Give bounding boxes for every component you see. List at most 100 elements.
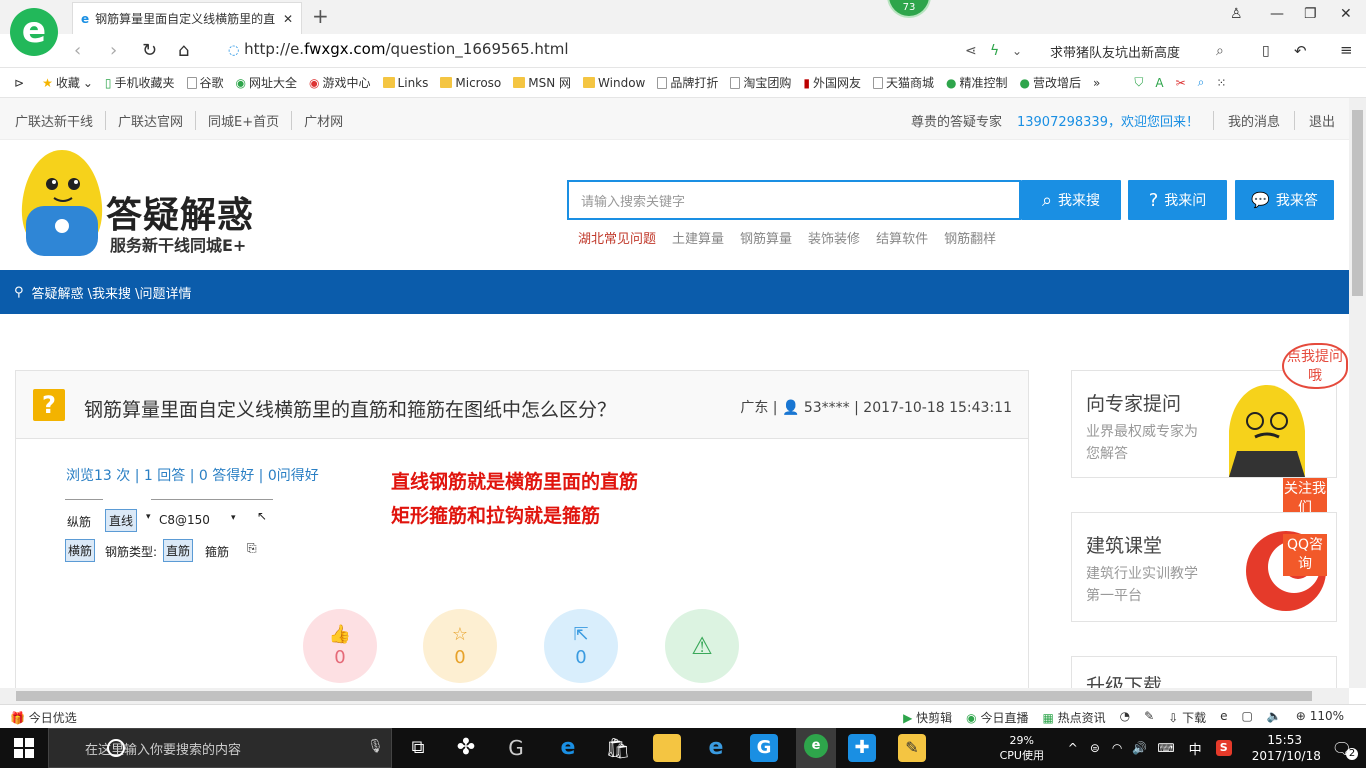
tray-up-icon[interactable]: ^	[1068, 741, 1078, 755]
zoom-level[interactable]: ⊕ 110%	[1296, 709, 1344, 726]
shield-icon[interactable]: ⛉	[1134, 75, 1143, 90]
bookmark-microsoft[interactable]: Microso	[440, 76, 501, 90]
sidebar-toggle-icon[interactable]: ⊳	[14, 76, 24, 90]
edge-icon[interactable]: e	[554, 734, 582, 762]
bookmark-discount[interactable]: 品牌打折	[657, 74, 718, 91]
bookmark-tmall[interactable]: 天猫商城	[873, 74, 934, 91]
glodon-icon[interactable]: G	[750, 734, 778, 762]
status-item-live[interactable]: ◉ 今日直播	[966, 709, 1028, 726]
app-plus-icon[interactable]: ✚	[848, 734, 876, 762]
window-icon[interactable]: ▢	[1242, 709, 1253, 726]
bookmark-control[interactable]: ● 精准控制	[946, 74, 1008, 91]
lightning-icon[interactable]: ϟ	[990, 43, 999, 59]
tools-icon[interactable]: ✎	[1144, 709, 1154, 726]
bookmark-sites[interactable]: ◉ 网址大全	[236, 74, 298, 91]
speed-icon[interactable]: ◔	[1120, 709, 1130, 726]
taskbar-search-input[interactable]: 在这里输入你要搜索的内容 🎙	[48, 728, 392, 768]
status-item-news[interactable]: ▦ 热点资讯	[1042, 709, 1105, 726]
answer-button[interactable]: 💬 我来答	[1235, 180, 1334, 220]
undo-icon[interactable]: ↶	[1294, 42, 1307, 60]
keyboard-icon[interactable]: ⌨	[1157, 741, 1174, 755]
qq-consult-button[interactable]: QQ咨询	[1283, 534, 1327, 576]
topbar-link[interactable]: 广联达官网	[105, 111, 195, 130]
like-button[interactable]: 👍 0	[303, 609, 377, 683]
network-icon[interactable]: ⊜	[1090, 741, 1100, 755]
browser-tab[interactable]: e 钢筋算量里面自定义线横筋里的直 ✕	[72, 2, 302, 34]
home-icon[interactable]: ⌂	[178, 40, 189, 61]
microphone-icon[interactable]: 🎙	[367, 739, 384, 754]
topbar-link[interactable]: 同城E+首页	[195, 111, 291, 130]
cpu-usage[interactable]: 29% CPU使用	[992, 733, 1052, 763]
status-item-video-edit[interactable]: ▶ 快剪辑	[903, 709, 952, 726]
bookmark-foreign[interactable]: ▮ 外国网友	[803, 74, 861, 91]
windows-start-icon[interactable]	[14, 738, 34, 758]
daily-picks[interactable]: 🎁 今日优选	[10, 709, 77, 726]
notes-app-icon[interactable]: ✎	[898, 734, 926, 762]
topbar-link[interactable]: 广材网	[291, 111, 355, 130]
report-button[interactable]: ⚠	[665, 609, 739, 683]
hot-link[interactable]: 湖北常见问题	[578, 228, 656, 247]
bookmark-favorites[interactable]: ★ 收藏 ⌄	[42, 74, 93, 91]
scissors-icon[interactable]: ✂	[1176, 76, 1186, 90]
back-icon[interactable]: ‹	[74, 40, 81, 61]
hot-link[interactable]: 结算软件	[876, 228, 928, 247]
ie-icon[interactable]: e	[702, 734, 730, 762]
hot-link[interactable]: 装饰装修	[808, 228, 860, 247]
search-icon[interactable]: ⌕	[1216, 43, 1224, 59]
fan-app-icon[interactable]: ✤	[452, 734, 480, 762]
download-card[interactable]: 升级下载	[1071, 656, 1337, 688]
hot-search-text[interactable]: 求带猪队友坑出新高度	[1050, 42, 1180, 61]
bookmark-tax[interactable]: ● 营改增后	[1020, 74, 1082, 91]
share-button[interactable]: ⇱ 0	[544, 609, 618, 683]
vertical-scroll-thumb[interactable]	[1352, 110, 1363, 296]
ime-indicator[interactable]: 中	[1189, 739, 1202, 758]
more-bookmarks-icon[interactable]: »	[1093, 76, 1100, 90]
action-center-icon[interactable]: 🗨 2	[1332, 739, 1358, 760]
store-icon[interactable]: 🛍	[604, 734, 632, 762]
volume-icon[interactable]: 🔈	[1267, 709, 1282, 726]
sogou-ime-icon[interactable]: S	[1215, 740, 1232, 756]
bookmark-windows[interactable]: Window	[583, 76, 645, 90]
refresh-icon[interactable]: ↻	[142, 40, 157, 61]
user-greeting[interactable]: 13907298339，欢迎您回来！	[1017, 111, 1213, 130]
breadcrumb-text[interactable]: 答疑解惑 \我来搜 \问题详情	[32, 283, 192, 302]
expert-card[interactable]: 向专家提问 业界最权威专家为您解答	[1071, 370, 1337, 478]
app-g-icon[interactable]: G	[502, 734, 530, 762]
restore-icon[interactable]: ❐	[1304, 6, 1317, 22]
status-item-download[interactable]: ⇩ 下载	[1168, 709, 1206, 726]
file-explorer-icon[interactable]	[653, 734, 681, 762]
site-logo[interactable]: 答疑解惑 服务新干线同城E+	[14, 146, 274, 262]
ie-mode-icon[interactable]: e	[1220, 709, 1227, 726]
ask-button[interactable]: ? 我来问	[1128, 180, 1227, 220]
bookmark-games[interactable]: ◉ 游戏中心	[309, 74, 371, 91]
bookmark-google[interactable]: 谷歌	[186, 74, 224, 91]
minimize-icon[interactable]: —	[1270, 6, 1284, 22]
close-tab-icon[interactable]: ✕	[283, 12, 293, 26]
topbar-link[interactable]: 广联达新干线	[15, 111, 105, 130]
translate-icon[interactable]: A	[1155, 76, 1163, 90]
logout-link[interactable]: 退出	[1293, 111, 1335, 130]
speaker-icon[interactable]: 🔊	[1132, 741, 1147, 755]
magnifier-icon[interactable]: ⌕	[1198, 75, 1205, 90]
notification-badge[interactable]: 73	[887, 0, 931, 18]
search-input[interactable]: 请输入搜索关键字	[567, 180, 1021, 220]
mobile-icon[interactable]: ▯	[1262, 43, 1270, 59]
messages-link[interactable]: 我的消息	[1212, 111, 1294, 130]
hot-link[interactable]: 钢筋翻样	[944, 228, 996, 247]
task-view-icon[interactable]: ⧉	[404, 734, 432, 762]
shirt-skin-icon[interactable]: ♙	[1230, 6, 1243, 22]
new-tab-icon[interactable]: +	[312, 4, 329, 28]
share-icon[interactable]: ⋖	[965, 43, 977, 59]
browser-active-task[interactable]: e	[796, 728, 836, 768]
wifi-icon[interactable]: ◠	[1112, 741, 1122, 755]
hot-link[interactable]: 土建算量	[672, 228, 724, 247]
browser-logo-icon[interactable]: e	[10, 8, 58, 56]
bookmark-taobao[interactable]: 淘宝团购	[730, 74, 791, 91]
menu-icon[interactable]: ≡	[1340, 41, 1353, 59]
close-window-icon[interactable]: ✕	[1340, 6, 1352, 22]
ask-me-bubble[interactable]: 点我提问哦	[1282, 343, 1348, 389]
bookmark-links[interactable]: Links	[382, 76, 428, 90]
search-button[interactable]: ⌕ 我来搜	[1021, 180, 1121, 220]
url-field[interactable]: ◌ http://e.fwxgx.com/question_1669565.ht…	[228, 40, 569, 58]
favorite-button[interactable]: ☆ 0	[423, 609, 497, 683]
